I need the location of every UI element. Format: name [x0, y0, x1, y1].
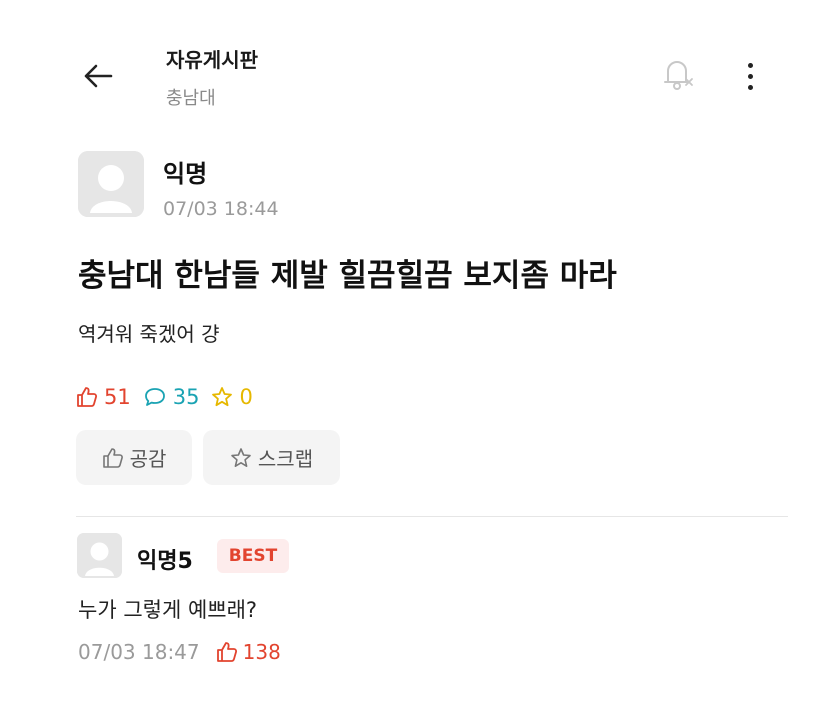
- post-stats: 51 35 0: [76, 385, 265, 409]
- board-subtitle: 충남대: [166, 88, 216, 109]
- post-body: 역겨워 죽겠어 걍: [78, 322, 220, 346]
- scrap-count-stat: 0: [211, 385, 253, 409]
- comment-meta: 07/03 18:47 138: [78, 640, 281, 664]
- thumbs-up-icon: [77, 387, 98, 407]
- more-options-button[interactable]: [736, 56, 764, 96]
- speech-bubble-icon: [144, 388, 165, 406]
- author-avatar: [78, 151, 144, 217]
- default-avatar-icon: [78, 151, 144, 217]
- best-badge: BEST: [217, 539, 289, 573]
- commenter-avatar: [77, 533, 122, 578]
- post-title: 충남대 한남들 제발 힐끔힐끔 보지좀 마라: [78, 258, 617, 294]
- scrap-button-label: 스크랩: [257, 447, 314, 471]
- comment-like-count-stat: 138: [216, 640, 281, 664]
- more-vertical-icon: [747, 62, 753, 68]
- default-avatar-icon: [77, 533, 122, 578]
- arrow-left-icon: [84, 64, 113, 88]
- star-icon: [231, 447, 251, 467]
- comment-count-stat: 35: [143, 385, 200, 409]
- like-count: 51: [104, 385, 131, 409]
- star-icon: [212, 387, 233, 407]
- more-vertical-icon: [747, 84, 753, 90]
- scrap-count: 0: [239, 385, 253, 409]
- comment-timestamp: 07/03 18:47: [78, 640, 200, 664]
- back-button[interactable]: [78, 58, 118, 94]
- divider: [76, 516, 788, 517]
- comment-body: 누가 그렇게 예쁘래?: [78, 598, 258, 622]
- post-timestamp: 07/03 18:44: [163, 198, 279, 220]
- thumbs-up-icon: [102, 447, 123, 468]
- like-count-stat: 51: [76, 385, 131, 409]
- like-button-label: 공감: [129, 447, 167, 471]
- board-title: 자유게시판: [166, 48, 258, 72]
- thumbs-up-icon: [216, 642, 237, 662]
- scrap-button[interactable]: 스크랩: [203, 430, 340, 485]
- notification-toggle-button[interactable]: [656, 52, 700, 96]
- like-button[interactable]: 공감: [76, 430, 192, 485]
- commenter-name: 익명5: [137, 549, 193, 574]
- bell-off-icon: [664, 61, 693, 90]
- more-vertical-icon: [747, 73, 753, 79]
- post-author-name: 익명: [163, 160, 208, 188]
- comment-count: 35: [172, 385, 200, 409]
- comment-like-count: 138: [242, 640, 281, 664]
